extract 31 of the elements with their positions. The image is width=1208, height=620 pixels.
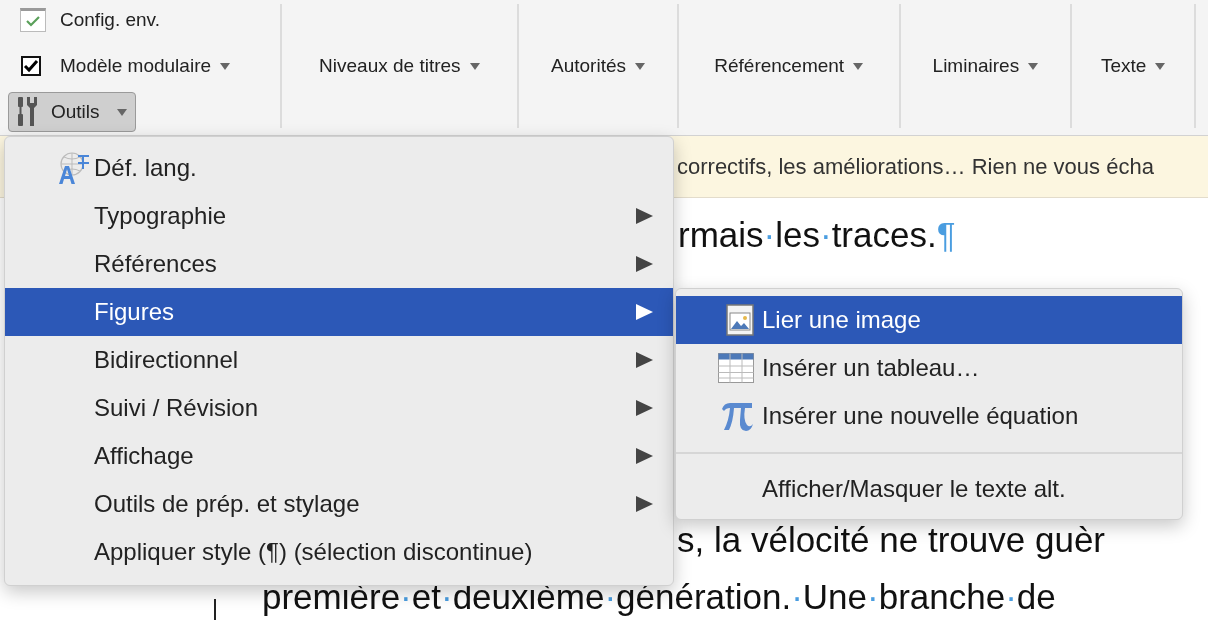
check-icon[interactable] [20,8,46,32]
table-icon [718,353,754,383]
menu-item[interactable]: Insérer un tableau… [676,344,1182,392]
dropdown-button[interactable]: Autorités [547,51,649,81]
toggle-label[interactable]: Config. env. [60,9,160,31]
dropdown-button[interactable]: Référencement [710,51,868,81]
dropdown-button[interactable]: Niveaux de titres [315,51,484,81]
menu-item[interactable]: Afficher/Masquer le texte alt. [676,465,1182,513]
dropdown-label[interactable]: Modèle modulaire [60,55,212,77]
image-icon [726,304,754,336]
document-text: première·et·deuxième·génération.·Une·branche·de [262,577,1056,617]
checkbox[interactable] [21,56,41,76]
menu-item[interactable]: Typographie [5,192,673,240]
info-text: correctifs, les améliorations… Rien ne vous écha [677,153,1154,180]
pi-icon [720,400,754,432]
menu-item[interactable]: Figures [5,288,673,336]
menu-item[interactable]: Suivi / Révision [5,384,673,432]
menu-item[interactable]: Bidirectionnel [5,336,673,384]
dropdown-button[interactable]: Liminaires [928,51,1043,81]
menu-item[interactable]: Lier une image [676,296,1182,344]
dropdown-button[interactable]: Texte [1096,51,1170,81]
document-text: rmais·les·traces.¶ [678,215,956,255]
menu-item[interactable]: Outils de prép. et stylage [5,480,673,528]
menu-item[interactable]: Déf. lang. [5,144,673,192]
tools-button[interactable]: Outils [8,92,136,132]
document-text: s, la vélocité ne trouve guèr [677,520,1105,560]
menu-item[interactable]: Insérer une nouvelle équation [676,392,1182,440]
menu-item[interactable]: Affichage [5,432,673,480]
globe-icon [56,151,92,185]
menu-item[interactable]: Appliquer style (¶) (sélection discontinue) [5,528,673,576]
caret-icon[interactable] [220,62,231,70]
